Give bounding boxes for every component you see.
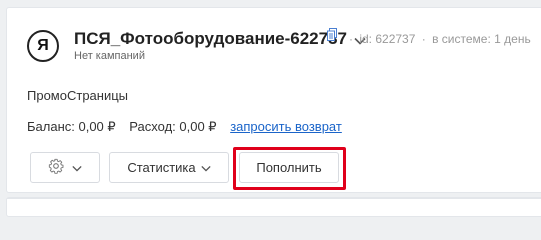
settings-button[interactable] bbox=[30, 152, 100, 183]
copy-icon[interactable] bbox=[327, 28, 337, 46]
logo-letter: Я bbox=[37, 37, 49, 54]
campaigns-status: Нет кампаний bbox=[74, 50, 145, 62]
account-card: Я ПСЯ_Фотооборудование-622737 · id: 6227… bbox=[6, 7, 541, 193]
chevron-down-icon bbox=[72, 160, 82, 175]
meta-separator: · bbox=[421, 32, 426, 46]
account-meta: · id: 622737 · в системе: 1 день bbox=[346, 32, 531, 46]
section-label: ПромоСтраницы bbox=[27, 88, 129, 103]
account-name[interactable]: ПСЯ_Фотооборудование-622737 bbox=[74, 29, 347, 49]
statistics-button[interactable]: Статистика bbox=[109, 152, 229, 183]
finance-row: Баланс: 0,00 ₽ Расход: 0,00 ₽ запросить … bbox=[27, 119, 342, 135]
next-account-card bbox=[6, 197, 541, 217]
account-age: в системе: 1 день bbox=[432, 32, 531, 46]
refund-link[interactable]: запросить возврат bbox=[230, 119, 342, 134]
yandex-logo: Я bbox=[27, 30, 59, 62]
gear-icon bbox=[48, 158, 64, 177]
account-title[interactable]: ПСЯ_Фотооборудование-622737 bbox=[74, 28, 366, 50]
expense-text: Расход: 0,00 ₽ bbox=[129, 119, 217, 134]
meta-separator: · bbox=[349, 32, 353, 46]
topup-button[interactable]: Пополнить bbox=[239, 152, 339, 183]
account-id: id: 622737 bbox=[359, 32, 416, 46]
chevron-down-icon bbox=[201, 160, 211, 175]
topup-label: Пополнить bbox=[256, 160, 322, 175]
divider bbox=[7, 198, 541, 199]
statistics-label: Статистика bbox=[127, 160, 196, 175]
balance-text: Баланс: 0,00 ₽ bbox=[27, 119, 116, 134]
